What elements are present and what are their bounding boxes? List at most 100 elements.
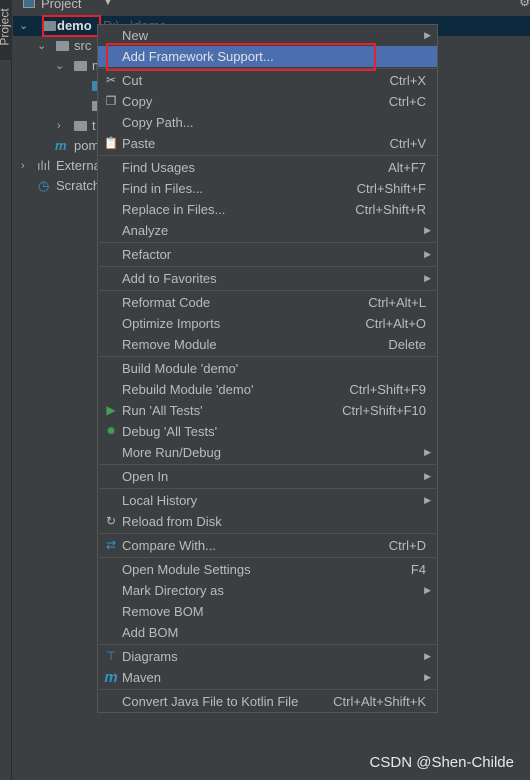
menu-item-label: Run 'All Tests' (122, 403, 203, 418)
tree-label: pom (74, 138, 100, 153)
submenu-arrow-icon: ▶ (424, 672, 431, 682)
menu-item-label: Optimize Imports (122, 316, 221, 331)
menu-item-copy[interactable]: ❐ Copy Ctrl+C (98, 91, 437, 112)
folder-icon (74, 61, 87, 71)
menu-item-shortcut: Ctrl+Shift+F9 (349, 382, 426, 397)
chevron-right-icon[interactable]: › (57, 116, 61, 136)
menu-item-label: Open Module Settings (122, 562, 251, 577)
menu-item-label: Add BOM (122, 625, 179, 640)
chevron-down-icon[interactable]: ⌄ (55, 56, 64, 76)
menu-item-shortcut: Ctrl+V (389, 136, 426, 151)
menu-item-find-files[interactable]: Find in Files... Ctrl+Shift+F (98, 178, 437, 199)
settings-icon[interactable]: ⚙ (519, 0, 530, 9)
submenu-arrow-icon: ▶ (424, 471, 431, 481)
project-icon (23, 0, 35, 8)
paste-icon: 📋 (103, 136, 119, 150)
menu-separator (99, 242, 436, 243)
menu-item-debug[interactable]: ✹ Debug 'All Tests' (98, 421, 437, 442)
menu-item-label: Reload from Disk (122, 514, 222, 529)
menu-item-diagrams[interactable]: ⊤ Diagrams ▶ (98, 646, 437, 667)
tree-label: Externa (56, 158, 101, 173)
menu-item-cut[interactable]: ✂ Cut Ctrl+X (98, 70, 437, 91)
menu-separator (99, 266, 436, 267)
menu-item-shortcut: F4 (410, 562, 426, 577)
menu-item-remove-bom[interactable]: Remove BOM (98, 601, 437, 622)
menu-separator (99, 689, 436, 690)
menu-item-reformat[interactable]: Reformat Code Ctrl+Alt+L (98, 292, 437, 313)
compare-icon: ⇄ (105, 538, 117, 552)
project-header: Project ▼ ⚙ (13, 0, 530, 12)
menu-item-label: Reformat Code (122, 295, 211, 310)
chevron-down-icon[interactable]: ⌄ (37, 36, 46, 56)
menu-separator (99, 533, 436, 534)
menu-item-convert[interactable]: Convert Java File to Kotlin File Ctrl+Alt… (98, 691, 437, 712)
run-icon: ▶ (106, 403, 116, 417)
menu-item-label: Compare With... (122, 538, 216, 553)
menu-separator (99, 488, 436, 489)
menu-item-reload[interactable]: ↻ Reload from Disk (98, 511, 437, 532)
menu-separator (99, 557, 436, 558)
menu-item-local-history[interactable]: Local History ▶ (98, 490, 437, 511)
folder-icon (56, 41, 69, 51)
menu-item-remove-module[interactable]: Remove Module Delete (98, 334, 437, 355)
menu-item-shortcut: Ctrl+Alt+O (365, 316, 426, 331)
menu-item-rebuild[interactable]: Rebuild Module 'demo' Ctrl+Shift+F9 (98, 379, 437, 400)
submenu-arrow-icon: ▶ (424, 585, 431, 595)
submenu-arrow-icon: ▶ (424, 273, 431, 283)
reload-icon: ↻ (105, 514, 117, 528)
menu-item-refactor[interactable]: Refactor ▶ (98, 244, 437, 265)
menu-item-mark-dir[interactable]: Mark Directory as ▶ (98, 580, 437, 601)
menu-item-label: Copy Path... (122, 115, 194, 130)
watermark: CSDN @Shen-Childe (369, 754, 514, 771)
menu-item-more-run[interactable]: More Run/Debug ▶ (98, 442, 437, 463)
menu-item-shortcut: Alt+F7 (388, 160, 426, 175)
menu-separator (99, 290, 436, 291)
menu-item-build[interactable]: Build Module 'demo' (98, 358, 437, 379)
menu-item-shortcut: Ctrl+Alt+Shift+K (333, 694, 426, 709)
tree-label: src (74, 38, 92, 53)
tree-label: Scratch (56, 178, 101, 193)
menu-item-shortcut: Ctrl+Alt+L (368, 295, 426, 310)
menu-item-open-in[interactable]: Open In ▶ (98, 466, 437, 487)
menu-item-analyze[interactable]: Analyze ▶ (98, 220, 437, 241)
menu-item-label: Copy (122, 94, 153, 109)
menu-item-add-bom[interactable]: Add BOM (98, 622, 437, 643)
caret-down-icon[interactable]: ▼ (103, 0, 113, 8)
menu-item-label: Replace in Files... (122, 202, 226, 217)
chevron-down-icon[interactable]: ⌄ (19, 16, 28, 36)
menu-item-copy-path[interactable]: Copy Path... (98, 112, 437, 133)
menu-item-label: Convert Java File to Kotlin File (122, 694, 299, 709)
menu-item-module-settings[interactable]: Open Module Settings F4 (98, 559, 437, 580)
menu-item-maven[interactable]: m Maven ▶ (98, 667, 437, 688)
menu-item-label: Diagrams (122, 649, 178, 664)
menu-item-label: Open In (122, 469, 169, 484)
scratches-icon: ◷ (38, 178, 50, 193)
menu-item-label: Analyze (122, 223, 169, 238)
menu-item-favorites[interactable]: Add to Favorites ▶ (98, 268, 437, 289)
menu-separator (99, 356, 436, 357)
menu-item-paste[interactable]: 📋 Paste Ctrl+V (98, 133, 437, 154)
menu-item-label: Remove Module (122, 337, 217, 352)
diagrams-icon: ⊤ (105, 649, 117, 663)
menu-separator (99, 155, 436, 156)
menu-item-replace-files[interactable]: Replace in Files... Ctrl+Shift+R (98, 199, 437, 220)
menu-item-run[interactable]: ▶ Run 'All Tests' Ctrl+Shift+F10 (98, 400, 437, 421)
menu-item-label: More Run/Debug (122, 445, 221, 460)
menu-item-label: Cut (122, 73, 143, 88)
chevron-right-icon[interactable]: › (21, 156, 25, 176)
menu-item-shortcut: Ctrl+D (388, 538, 426, 553)
menu-item-find-usages[interactable]: Find Usages Alt+F7 (98, 157, 437, 178)
menu-item-optimize[interactable]: Optimize Imports Ctrl+Alt+O (98, 313, 437, 334)
cut-icon: ✂ (105, 73, 117, 87)
menu-item-label: Build Module 'demo' (122, 361, 239, 376)
project-title[interactable]: Project (41, 0, 81, 11)
menu-item-compare[interactable]: ⇄ Compare With... Ctrl+D (98, 535, 437, 556)
maven-icon: m (55, 138, 67, 153)
menu-item-shortcut: Ctrl+C (388, 94, 426, 109)
project-tool-tab[interactable]: Project (0, 0, 12, 60)
menu-item-label: Rebuild Module 'demo' (122, 382, 254, 397)
context-menu: New ▶ Add Framework Support... ✂ Cut Ctrl+X ❐ C… (97, 24, 438, 713)
submenu-arrow-icon: ▶ (424, 495, 431, 505)
menu-item-shortcut: Ctrl+Shift+F (356, 181, 426, 196)
libraries-icon: ılıl (37, 158, 50, 173)
